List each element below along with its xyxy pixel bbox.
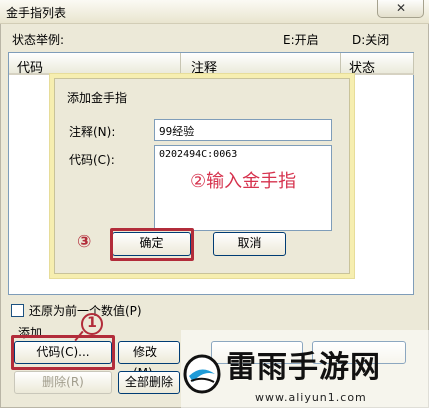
watermark-url: www.aliyun1.com bbox=[255, 391, 367, 404]
step-1-marker: 1 bbox=[81, 313, 103, 335]
code-label: 代码(C): bbox=[69, 153, 115, 167]
column-header-status[interactable]: 状态 bbox=[341, 53, 414, 76]
ok-button-highlight bbox=[110, 228, 194, 261]
note-label: 注释(N): bbox=[69, 125, 116, 139]
close-button[interactable]: ✕ bbox=[377, 0, 424, 18]
watermark-text: 雷雨手游网 bbox=[226, 350, 381, 385]
delete-all-button[interactable]: 全部删除 bbox=[118, 371, 180, 394]
modify-button[interactable]: 修改(M)... bbox=[118, 341, 180, 380]
title-bar[interactable]: 金手指列表 ✕ bbox=[0, 0, 429, 24]
enter-cheat-hint: ②输入金手指 bbox=[190, 171, 297, 192]
window-title: 金手指列表 bbox=[6, 6, 67, 20]
status-legend-label: 状态举例: bbox=[12, 33, 65, 47]
column-header-code[interactable]: 代码 bbox=[9, 53, 181, 76]
cancel-button[interactable]: 取消 bbox=[213, 232, 286, 256]
delete-button[interactable]: 删除(R) bbox=[14, 371, 112, 394]
restore-checkbox[interactable] bbox=[11, 304, 24, 317]
add-code-highlight bbox=[11, 335, 115, 370]
add-cheat-dialog: 添加金手指 注释(N): 99经验 代码(C): 0202494C:0063 ②… bbox=[54, 78, 350, 274]
column-header-note[interactable]: 注释 bbox=[181, 53, 341, 76]
legend-disabled: D:关闭 bbox=[352, 33, 390, 47]
legend-enabled: E:开启 bbox=[283, 33, 319, 47]
note-input[interactable]: 99经验 bbox=[154, 119, 332, 141]
step-3-marker: ③ bbox=[77, 232, 92, 252]
close-icon: ✕ bbox=[396, 1, 407, 15]
dialog-title: 添加金手指 bbox=[67, 91, 128, 105]
